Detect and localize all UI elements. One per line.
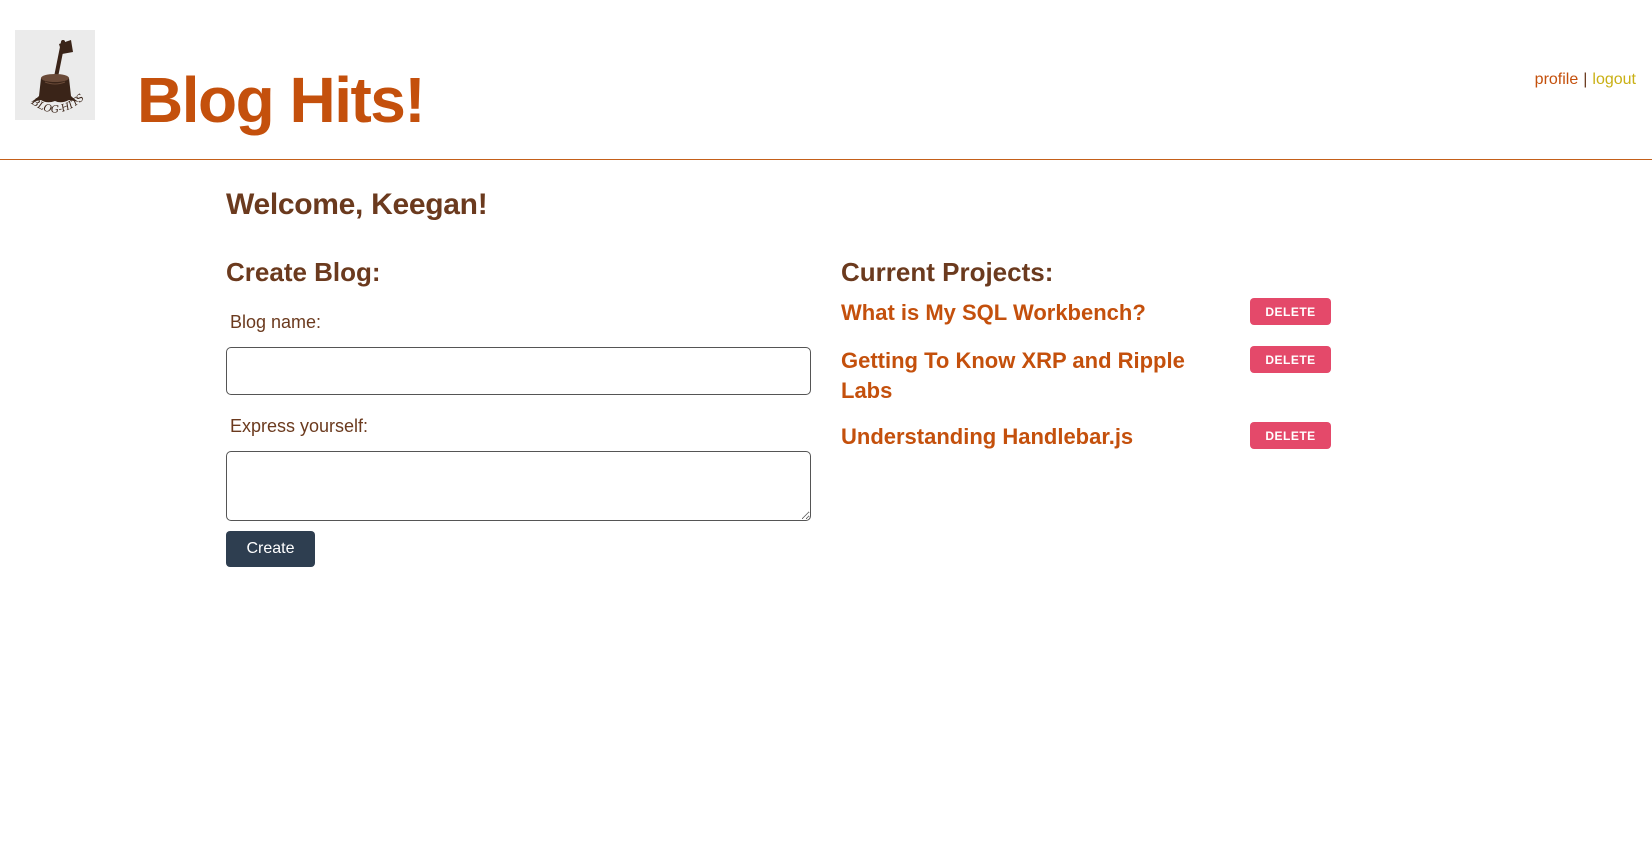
project-list: What is My SQL Workbench? DELETE Getting… — [841, 298, 1331, 470]
logout-link[interactable]: logout — [1592, 71, 1636, 88]
project-item: What is My SQL Workbench? DELETE — [841, 298, 1331, 330]
delete-button[interactable]: DELETE — [1250, 422, 1331, 449]
blog-name-label: Blog name: — [230, 312, 322, 332]
site-title: Blog Hits! — [137, 64, 426, 136]
site-header: BLOG-HITS Blog Hits! profile | logout — [0, 0, 1652, 160]
project-link[interactable]: Getting To Know XRP and Ripple Labs — [841, 346, 1221, 406]
current-projects-title: Current Projects: — [841, 257, 1054, 287]
project-link[interactable]: What is My SQL Workbench? — [841, 298, 1221, 328]
create-button[interactable]: Create — [226, 531, 315, 567]
top-nav: profile | logout — [1535, 70, 1636, 90]
logo-stump-axe-icon: BLOG-HITS — [28, 40, 87, 116]
project-item: Getting To Know XRP and Ripple Labs DELE… — [841, 346, 1331, 406]
project-link[interactable]: Understanding Handlebar.js — [841, 422, 1221, 452]
blog-name-input[interactable] — [226, 347, 811, 395]
create-blog-title: Create Blog: — [226, 257, 381, 287]
project-item: Understanding Handlebar.js DELETE — [841, 422, 1331, 454]
blog-body-textarea[interactable] — [226, 451, 811, 521]
blog-body-label: Express yourself: — [230, 416, 369, 436]
delete-button[interactable]: DELETE — [1250, 298, 1331, 325]
delete-button[interactable]: DELETE — [1250, 346, 1331, 373]
profile-link[interactable]: profile — [1535, 71, 1579, 88]
nav-separator: | — [1583, 71, 1588, 88]
welcome-heading: Welcome, Keegan! — [226, 188, 488, 221]
logo[interactable]: BLOG-HITS — [15, 30, 95, 120]
